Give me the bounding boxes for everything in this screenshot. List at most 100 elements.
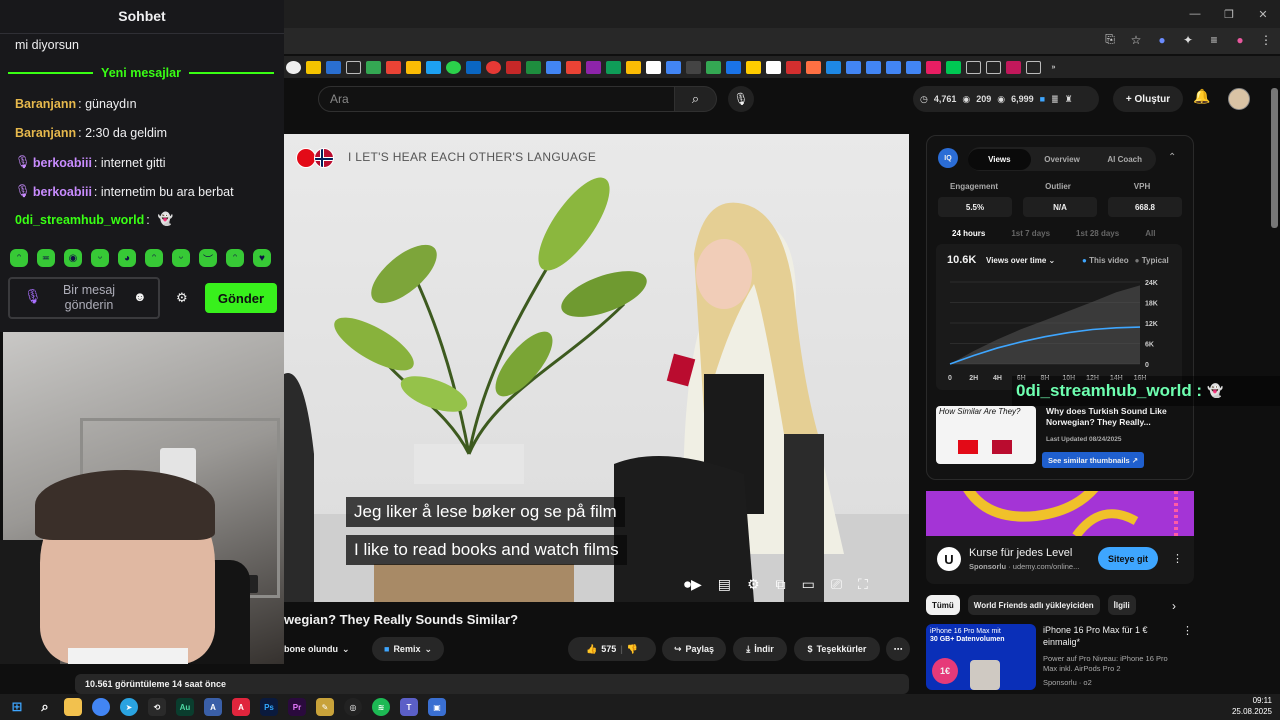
folder-icon[interactable] [346,60,361,74]
obs-icon[interactable]: ◎ [344,698,362,716]
system-clock[interactable]: 09:11 25.08.2025 [1232,695,1272,717]
bookmark-icon[interactable] [546,60,561,74]
bookmark-icon[interactable] [906,60,921,74]
create-button[interactable]: + Oluştur [1113,86,1183,112]
bookmark-star-icon[interactable]: ☆ [1128,33,1144,47]
collapse-icon[interactable]: ⌃ [1168,152,1176,163]
see-similar-button[interactable]: See similar thumbnails ↗ [1042,452,1145,468]
remix-button[interactable]: ■ Remix ⌄ [372,637,444,661]
bookmark-icon[interactable] [666,60,681,74]
emote-icon[interactable]: ︶ [199,249,217,267]
profile-icon[interactable]: ● [1232,33,1248,47]
period-all[interactable]: All [1145,229,1155,238]
notification-bell-icon[interactable]: 🔔 [1193,88,1210,105]
period-7d[interactable]: 1st 7 days [1011,229,1050,238]
app-icon[interactable]: ✎ [316,698,334,716]
tab-search-icon[interactable]: ≡ [1206,33,1222,47]
avatar[interactable] [1228,88,1250,110]
folder-icon[interactable] [1026,60,1041,74]
app-icon[interactable]: ⟲ [148,698,166,716]
more-icon[interactable]: ⋮ [1258,33,1274,47]
period-28d[interactable]: 1st 28 days [1076,229,1119,238]
bookmark-icon[interactable] [406,60,421,74]
bookmark-icon[interactable] [926,60,941,74]
audition-icon[interactable]: Au [176,698,194,716]
iphone-ad-more-icon[interactable]: ⋮ [1182,624,1193,637]
settings-icon[interactable]: ⚙ [747,576,760,593]
views-over-time-dropdown[interactable]: Views over time ⌄ [986,256,1055,265]
bookmark-icon[interactable] [946,60,961,74]
iphone-ad[interactable]: iPhone 16 Pro Max mit 30 GB+ Datenvolume… [926,620,1194,690]
bookmark-icon[interactable] [626,60,641,74]
bookmark-icon[interactable] [886,60,901,74]
bookmark-icon[interactable] [586,60,601,74]
trophy-icon[interactable]: ♜ [1065,94,1073,105]
emote-icon[interactable]: ◕ [118,249,136,267]
chip-uploader[interactable]: World Friends adlı yükleyiciden [967,595,1100,615]
photoshop-icon[interactable]: Ps [260,698,278,716]
thumbs-down-icon[interactable]: 👎 [627,644,638,655]
chips-next-icon[interactable]: › [1172,599,1176,613]
emoji-picker-icon[interactable]: ☻ [133,289,147,304]
page-scrollbar[interactable] [1271,88,1278,228]
premiere-icon[interactable]: Pr [288,698,306,716]
chat-username[interactable]: berkoabiii [33,156,92,170]
restore-icon[interactable]: ❐ [1212,0,1246,28]
ad-visit-button[interactable]: Siteye git [1098,547,1158,570]
vidiq-icon[interactable]: ■ [1040,94,1045,104]
bookmark-icon[interactable] [606,60,621,74]
emote-icon[interactable]: ᵔ [145,249,163,267]
install-icon[interactable]: ⎘ [1102,32,1118,47]
bookmark-icon[interactable] [466,60,481,74]
period-24h[interactable]: 24 hours [952,229,985,238]
autoplay-toggle[interactable]: ⏺▶ [684,576,702,593]
chat-username[interactable]: Baranjann [15,126,76,140]
bookmark-icon[interactable] [526,60,541,74]
search-icon[interactable]: ⌕ [36,698,54,716]
share-button[interactable]: ↪ Paylaş [662,637,726,661]
bookmark-icon[interactable] [846,60,861,74]
vidiq-stats-pill[interactable]: ◷ 4,761 ◉ 209 ◉ 6,999 ■ ≣ ♜ [913,86,1099,112]
theater-mode-icon[interactable]: ▭ [802,576,815,593]
tab-ai-coach[interactable]: AI Coach [1093,149,1156,170]
bookmark-icon[interactable] [766,60,781,74]
more-actions-button[interactable]: ⋯ [886,637,910,661]
bookmark-icon[interactable] [286,60,301,74]
emote-icon[interactable]: ᵕ [172,249,190,267]
list-icon[interactable]: ≣ [1051,94,1059,105]
more-bookmarks-icon[interactable]: » [1046,61,1061,74]
video-player[interactable] [284,134,909,602]
puzzle-icon[interactable]: ✦ [1180,33,1196,47]
chat-username[interactable]: berkoabiii [33,185,92,199]
telegram-icon[interactable]: ➤ [120,698,138,716]
minimize-icon[interactable]: — [1178,0,1212,28]
app-icon[interactable]: A [204,698,222,716]
bookmark-icon[interactable] [1006,60,1021,74]
bookmark-icon[interactable] [306,60,321,74]
similar-thumbnail[interactable]: How Similar Are They? [936,406,1036,464]
chip-related[interactable]: İlgili [1107,595,1136,615]
miniplayer-icon[interactable]: ⧉ [776,576,786,593]
emote-icon[interactable]: ≖ [37,249,55,267]
app-icon[interactable]: A [232,698,250,716]
fullscreen-icon[interactable]: ⛶ [858,576,868,593]
emote-icon[interactable]: ♥ [253,249,271,267]
send-button[interactable]: Gönder [205,283,277,313]
bookmark-icon[interactable] [726,60,741,74]
bookmark-icon[interactable] [646,60,661,74]
search-input[interactable]: Ara [318,86,675,112]
subtitles-icon[interactable]: ▤ [718,576,731,593]
bookmark-icon[interactable] [706,60,721,74]
chat-username[interactable]: Baranjann [15,97,76,111]
bookmark-icon[interactable] [446,60,461,74]
thumbs-up-icon[interactable]: 👍 [586,644,597,655]
chat-username[interactable]: 0di_streamhub_world [15,213,144,227]
bookmark-icon[interactable] [426,60,441,74]
emote-icon[interactable]: ᵔ [10,249,28,267]
cast-icon[interactable]: ⎚ [831,576,842,593]
chip-all[interactable]: Tümü [926,595,960,615]
chrome-icon[interactable] [92,698,110,716]
tab-views[interactable]: Views [968,148,1031,170]
emote-icon[interactable]: ᵔ [226,249,244,267]
emote-icon[interactable]: ◉ [64,249,82,267]
